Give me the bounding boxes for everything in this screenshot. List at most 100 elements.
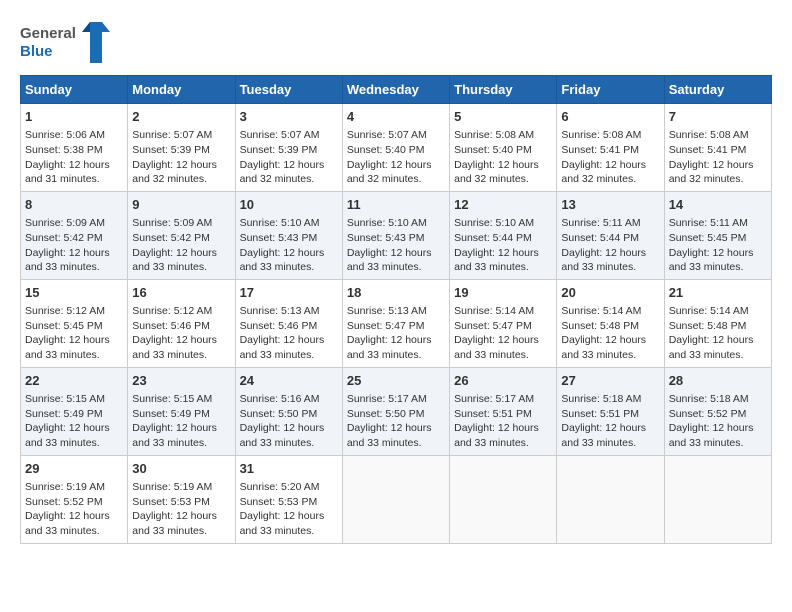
header-cell-wednesday: Wednesday — [342, 76, 449, 104]
week-row-3: 22 Sunrise: 5:15 AM Sunset: 5:49 PM Dayligh… — [21, 367, 772, 455]
calendar-cell: 14Sunrise: 5:11 AMSunset: 5:45 PMDayligh… — [664, 191, 771, 279]
calendar-cell: 16 Sunrise: 5:12 AM Sunset: 5:46 PM Dayligh… — [128, 279, 235, 367]
day-sunrise: Sunrise: 5:07 AM — [240, 129, 320, 141]
day-sunrise: Sunrise: 5:10 AM — [347, 217, 427, 229]
day-number: 19 — [454, 284, 552, 302]
calendar-cell: 18Sunrise: 5:13 AMSunset: 5:47 PMDayligh… — [342, 279, 449, 367]
day-sunrise: Sunrise: 5:08 AM — [454, 129, 534, 141]
day-sunrise: Sunrise: 5:12 AM — [132, 305, 212, 317]
day-sunset: Sunset: 5:46 PM — [132, 320, 210, 332]
calendar-cell — [342, 455, 449, 543]
day-number: 2 — [132, 108, 230, 126]
day-daylight: Daylight: 12 hours and 32 minutes. — [240, 159, 325, 186]
day-number: 12 — [454, 196, 552, 214]
day-sunrise: Sunrise: 5:15 AM — [132, 393, 212, 405]
day-daylight: Daylight: 12 hours and 33 minutes. — [454, 247, 539, 274]
day-number: 6 — [561, 108, 659, 126]
day-sunset: Sunset: 5:53 PM — [132, 496, 210, 508]
day-sunrise: Sunrise: 5:07 AM — [132, 129, 212, 141]
header: General Blue — [20, 20, 772, 65]
day-daylight: Daylight: 12 hours and 33 minutes. — [132, 510, 217, 537]
calendar-header-row: SundayMondayTuesdayWednesdayThursdayFrid… — [21, 76, 772, 104]
calendar-cell: 17Sunrise: 5:13 AMSunset: 5:46 PMDayligh… — [235, 279, 342, 367]
day-sunrise: Sunrise: 5:09 AM — [132, 217, 212, 229]
day-daylight: Daylight: 12 hours and 32 minutes. — [561, 159, 646, 186]
header-cell-friday: Friday — [557, 76, 664, 104]
calendar-cell — [664, 455, 771, 543]
day-number: 30 — [132, 460, 230, 478]
day-sunrise: Sunrise: 5:06 AM — [25, 129, 105, 141]
day-sunrise: Sunrise: 5:09 AM — [25, 217, 105, 229]
day-number: 16 — [132, 284, 230, 302]
header-cell-monday: Monday — [128, 76, 235, 104]
week-row-0: 1 Sunrise: 5:06 AM Sunset: 5:38 PM Daylight… — [21, 104, 772, 192]
day-daylight: Daylight: 12 hours and 33 minutes. — [669, 247, 754, 274]
day-number: 22 — [25, 372, 123, 390]
calendar-cell: 23Sunrise: 5:15 AMSunset: 5:49 PMDayligh… — [128, 367, 235, 455]
day-number: 18 — [347, 284, 445, 302]
calendar-cell: 22Sunrise: 5:15 AMSunset: 5:49 PMDayligh… — [21, 367, 128, 455]
calendar-cell: 5Sunrise: 5:08 AMSunset: 5:40 PMDaylight… — [450, 104, 557, 192]
day-sunrise: Sunrise: 5:19 AM — [132, 481, 212, 493]
day-sunrise: Sunrise: 5:13 AM — [347, 305, 427, 317]
day-number: 1 — [25, 108, 123, 126]
day-sunrise: Sunrise: 5:17 AM — [347, 393, 427, 405]
day-number: 10 — [240, 196, 338, 214]
week-row-2: 15 Sunrise: 5:12 AM Sunset: 5:45 PM Dayligh… — [21, 279, 772, 367]
day-sunrise: Sunrise: 5:13 AM — [240, 305, 320, 317]
svg-text:Blue: Blue — [20, 43, 53, 60]
day-daylight: Daylight: 12 hours and 32 minutes. — [669, 159, 754, 186]
day-sunset: Sunset: 5:52 PM — [25, 496, 103, 508]
day-sunset: Sunset: 5:41 PM — [669, 144, 747, 156]
day-number: 15 — [25, 284, 123, 302]
day-number: 20 — [561, 284, 659, 302]
day-sunrise: Sunrise: 5:16 AM — [240, 393, 320, 405]
day-daylight: Daylight: 12 hours and 33 minutes. — [561, 422, 646, 449]
day-sunrise: Sunrise: 5:07 AM — [347, 129, 427, 141]
day-sunset: Sunset: 5:39 PM — [240, 144, 318, 156]
calendar-cell: 25Sunrise: 5:17 AMSunset: 5:50 PMDayligh… — [342, 367, 449, 455]
calendar-cell: 27Sunrise: 5:18 AMSunset: 5:51 PMDayligh… — [557, 367, 664, 455]
day-sunset: Sunset: 5:38 PM — [25, 144, 103, 156]
day-sunset: Sunset: 5:40 PM — [454, 144, 532, 156]
day-number: 8 — [25, 196, 123, 214]
generalblue-logo: General Blue — [20, 20, 110, 65]
calendar-cell: 1Sunrise: 5:06 AMSunset: 5:38 PMDaylight… — [21, 104, 128, 192]
day-daylight: Daylight: 12 hours and 33 minutes. — [240, 422, 325, 449]
day-daylight: Daylight: 12 hours and 33 minutes. — [132, 334, 217, 361]
day-sunrise: Sunrise: 5:14 AM — [561, 305, 641, 317]
day-sunset: Sunset: 5:42 PM — [25, 232, 103, 244]
day-daylight: Daylight: 12 hours and 33 minutes. — [454, 422, 539, 449]
day-number: 24 — [240, 372, 338, 390]
calendar-cell: 2Sunrise: 5:07 AMSunset: 5:39 PMDaylight… — [128, 104, 235, 192]
calendar-cell: 4Sunrise: 5:07 AMSunset: 5:40 PMDaylight… — [342, 104, 449, 192]
day-sunset: Sunset: 5:45 PM — [669, 232, 747, 244]
day-sunset: Sunset: 5:49 PM — [132, 408, 210, 420]
day-sunrise: Sunrise: 5:08 AM — [669, 129, 749, 141]
calendar-cell: 19Sunrise: 5:14 AMSunset: 5:47 PMDayligh… — [450, 279, 557, 367]
day-number: 28 — [669, 372, 767, 390]
day-sunset: Sunset: 5:43 PM — [347, 232, 425, 244]
day-sunset: Sunset: 5:39 PM — [132, 144, 210, 156]
day-sunset: Sunset: 5:45 PM — [25, 320, 103, 332]
day-sunset: Sunset: 5:43 PM — [240, 232, 318, 244]
header-cell-thursday: Thursday — [450, 76, 557, 104]
day-daylight: Daylight: 12 hours and 33 minutes. — [669, 422, 754, 449]
day-daylight: Daylight: 12 hours and 33 minutes. — [25, 334, 110, 361]
day-number: 29 — [25, 460, 123, 478]
week-row-1: 8 Sunrise: 5:09 AM Sunset: 5:42 PM Daylight… — [21, 191, 772, 279]
calendar-cell — [557, 455, 664, 543]
day-daylight: Daylight: 12 hours and 33 minutes. — [347, 247, 432, 274]
calendar-cell: 9Sunrise: 5:09 AMSunset: 5:42 PMDaylight… — [128, 191, 235, 279]
day-daylight: Daylight: 12 hours and 33 minutes. — [132, 247, 217, 274]
day-number: 9 — [132, 196, 230, 214]
day-sunset: Sunset: 5:44 PM — [454, 232, 532, 244]
calendar-cell: 6Sunrise: 5:08 AMSunset: 5:41 PMDaylight… — [557, 104, 664, 192]
day-daylight: Daylight: 12 hours and 33 minutes. — [347, 334, 432, 361]
day-sunset: Sunset: 5:47 PM — [454, 320, 532, 332]
day-sunset: Sunset: 5:51 PM — [454, 408, 532, 420]
calendar-table: SundayMondayTuesdayWednesdayThursdayFrid… — [20, 75, 772, 544]
day-number: 13 — [561, 196, 659, 214]
day-number: 14 — [669, 196, 767, 214]
day-sunset: Sunset: 5:46 PM — [240, 320, 318, 332]
